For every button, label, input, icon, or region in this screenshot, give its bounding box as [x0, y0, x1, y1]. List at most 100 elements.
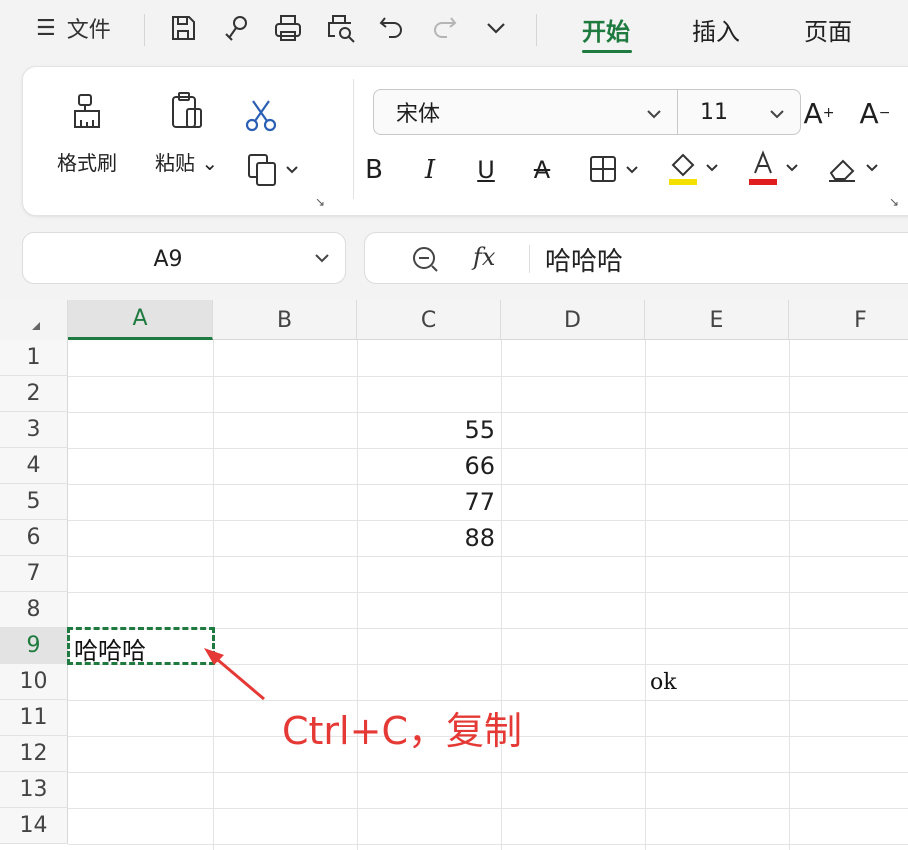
- tab-home[interactable]: 开始: [582, 12, 630, 47]
- font-size-select[interactable]: 11: [678, 90, 800, 134]
- name-box[interactable]: A9: [22, 232, 346, 284]
- paste-icon: [165, 89, 209, 137]
- separator: [536, 14, 537, 46]
- format-painter-label: 格式刷: [57, 151, 117, 175]
- ribbon-panel: 格式刷 粘贴 ⌄ ↘ 宋体 11 A + A − B I U A ↘: [22, 66, 908, 216]
- row-header-13[interactable]: 13: [0, 772, 68, 808]
- row-header-11[interactable]: 11: [0, 700, 68, 736]
- cell-C3[interactable]: 55: [357, 416, 495, 444]
- cell-C6[interactable]: 88: [357, 524, 495, 552]
- select-all-corner[interactable]: [0, 300, 68, 340]
- font-name-value: 宋体: [396, 102, 441, 127]
- cut-icon[interactable]: [239, 93, 283, 137]
- column-header-D[interactable]: D: [501, 300, 645, 340]
- row-header-7[interactable]: 7: [0, 556, 68, 592]
- link-icon[interactable]: [220, 12, 252, 44]
- tab-page[interactable]: 页面: [804, 12, 852, 47]
- chevron-down-icon: [645, 104, 663, 122]
- font-name-select[interactable]: 宋体: [374, 90, 678, 134]
- chevron-down-icon: [768, 104, 786, 122]
- print-preview-icon[interactable]: [325, 12, 357, 44]
- gridline: [68, 592, 908, 593]
- annotation-arrow-icon: [204, 648, 265, 701]
- chevron-down-icon[interactable]: [480, 12, 512, 44]
- spreadsheet-grid[interactable]: A B C D E F 1 2 3 4 5 6 7 8 9 10 11 12 1…: [0, 300, 908, 850]
- gridline: [645, 340, 646, 850]
- separator: [353, 79, 354, 199]
- chevron-down-icon[interactable]: [313, 249, 331, 267]
- row-header-8[interactable]: 8: [0, 592, 68, 628]
- active-tab-indicator: [582, 50, 632, 53]
- gridline: [68, 772, 908, 773]
- copy-button[interactable]: [245, 151, 305, 187]
- gridline: [68, 844, 908, 845]
- italic-button[interactable]: I: [415, 153, 445, 187]
- column-header-B[interactable]: B: [213, 300, 357, 340]
- strikethrough-label: A: [533, 156, 551, 184]
- row-header-3[interactable]: 3: [0, 412, 68, 448]
- tab-insert[interactable]: 插入: [692, 12, 740, 47]
- paste-label: 粘贴 ⌄: [155, 151, 219, 175]
- row-header-1[interactable]: 1: [0, 340, 68, 376]
- clear-format-button[interactable]: [825, 147, 885, 187]
- column-header-E[interactable]: E: [645, 300, 789, 340]
- undo-icon[interactable]: [376, 12, 408, 44]
- font-color-button[interactable]: [745, 147, 805, 187]
- border-button[interactable]: [585, 151, 645, 187]
- gridline: [501, 340, 502, 850]
- fill-color-button[interactable]: [665, 147, 725, 187]
- format-painter-button[interactable]: 格式刷: [57, 89, 117, 176]
- separator: [529, 245, 530, 273]
- border-icon: [590, 156, 638, 182]
- save-icon[interactable]: [167, 12, 199, 44]
- cell-E10[interactable]: ok: [650, 670, 677, 695]
- redo-icon[interactable]: [428, 12, 460, 44]
- row-header-14[interactable]: 14: [0, 808, 68, 844]
- row-header-12[interactable]: 12: [0, 736, 68, 772]
- row-header-6[interactable]: 6: [0, 520, 68, 556]
- print-icon[interactable]: [272, 12, 304, 44]
- bold-button[interactable]: B: [359, 153, 389, 187]
- row-header-4[interactable]: 4: [0, 448, 68, 484]
- annotation-text: Ctrl+C，复制: [282, 709, 522, 753]
- formula-content[interactable]: 哈哈哈: [545, 241, 623, 278]
- increase-font-size-button[interactable]: A +: [799, 95, 839, 131]
- row-header-2[interactable]: 2: [0, 376, 68, 412]
- decrease-font-letter: A: [859, 96, 879, 130]
- separator: [144, 14, 145, 46]
- gridline: [68, 556, 908, 557]
- gridline: [68, 376, 908, 377]
- paste-button[interactable]: 粘贴 ⌄: [155, 89, 218, 176]
- font-color-icon: [749, 150, 798, 185]
- format-painter-icon: [65, 89, 109, 137]
- strikethrough-button[interactable]: A: [527, 153, 557, 187]
- fx-icon[interactable]: fx: [473, 243, 495, 271]
- underline-label: U: [477, 156, 495, 184]
- row-header-10[interactable]: 10: [0, 664, 68, 700]
- zoom-icon[interactable]: [411, 245, 439, 273]
- gridline: [213, 340, 214, 850]
- column-header-C[interactable]: C: [357, 300, 501, 340]
- underline-button[interactable]: U: [471, 153, 501, 187]
- dialog-launcher-icon[interactable]: ↘: [889, 195, 899, 209]
- cell-C4[interactable]: 66: [357, 452, 495, 480]
- font-controls: 宋体 11: [373, 89, 801, 135]
- gridline: [68, 448, 908, 449]
- row-header-9[interactable]: 9: [0, 628, 68, 664]
- file-menu-label: 文件: [66, 18, 111, 43]
- eraser-icon: [829, 159, 878, 182]
- column-header-F[interactable]: F: [789, 300, 908, 340]
- title-bar: ☰ 文件 开始 插入 页面: [0, 0, 908, 58]
- formula-bar[interactable]: fx 哈哈哈: [364, 232, 908, 284]
- column-header-A[interactable]: A: [68, 300, 213, 340]
- hamburger-icon: ☰: [36, 15, 56, 41]
- name-box-value: A9: [153, 246, 183, 272]
- row-header-5[interactable]: 5: [0, 484, 68, 520]
- dialog-launcher-icon[interactable]: ↘: [315, 195, 325, 209]
- bold-label: B: [365, 155, 383, 185]
- file-menu[interactable]: ☰ 文件: [36, 10, 111, 46]
- cell-C5[interactable]: 77: [357, 488, 495, 516]
- increase-font-letter: A: [803, 96, 823, 130]
- gridline: [68, 484, 908, 485]
- decrease-font-size-button[interactable]: A −: [855, 95, 895, 131]
